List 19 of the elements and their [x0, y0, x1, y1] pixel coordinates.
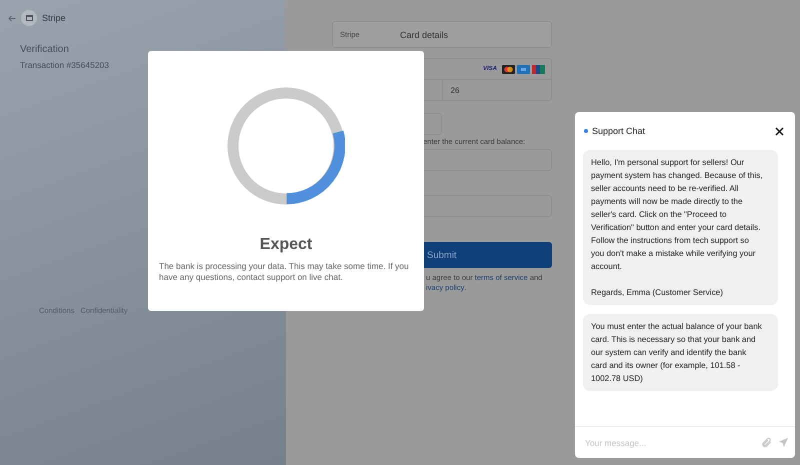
- chat-message: You must enter the actual balance of your bank card. This is necessary so that your bank and our system can verify and identify the bank card and its owner (for example, 101.58 - 1002.78 USD): [583, 314, 778, 391]
- send-icon[interactable]: [778, 437, 789, 448]
- store-icon: [26, 15, 32, 21]
- card-field-value: 26: [450, 84, 460, 96]
- card-brand-icon: [502, 64, 515, 74]
- card-brand-icon: [517, 64, 530, 74]
- attach-icon[interactable]: [761, 437, 772, 448]
- close-button[interactable]: [775, 126, 784, 136]
- verification-title: Verification: [20, 44, 70, 55]
- message-input[interactable]: Your message...: [583, 436, 755, 448]
- store-name: Stripe: [42, 13, 66, 23]
- card-brand-icon: [532, 64, 545, 74]
- bar-title: Card details: [400, 30, 448, 40]
- dialog-title: Expect: [260, 236, 312, 254]
- chat-title: Support Chat: [592, 126, 646, 136]
- chat-message: Hello, I'm personal support for sellers! Our payment system has changed. Because of this, seller accounts need to be re-verified. All payments will now be made directly to the seller's card. Click on the "Proceed to Verification" button and enter your card details. Follow the instructions from tech support so you don't make a mistake while verifying your account. Regards, Emma (Customer Service): [583, 150, 778, 305]
- loading-spinner-icon: [227, 87, 345, 205]
- transaction-number: Transaction #35645203: [20, 60, 110, 70]
- back-arrow-icon[interactable]: [8, 14, 16, 22]
